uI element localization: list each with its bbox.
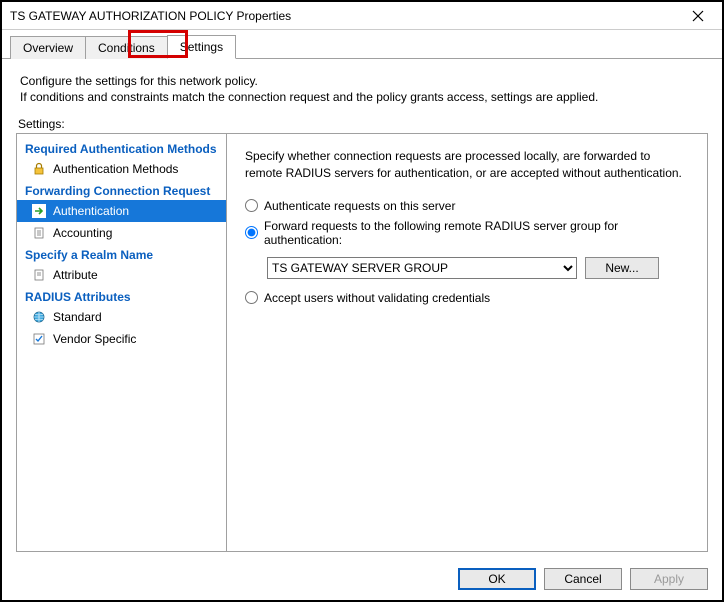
lock-icon	[31, 161, 47, 177]
titlebar: TS GATEWAY AUTHORIZATION POLICY Properti…	[2, 2, 722, 30]
sidebar-group-radius: RADIUS Attributes	[17, 286, 226, 306]
dialog-footer: OK Cancel Apply	[2, 558, 722, 600]
server-group-select[interactable]: TS GATEWAY SERVER GROUP	[267, 257, 577, 279]
document-icon	[31, 225, 47, 241]
sidebar-group-auth-methods: Required Authentication Methods	[17, 138, 226, 158]
sidebar-item-standard[interactable]: Standard	[17, 306, 226, 328]
tabstrip: Overview Conditions Settings	[2, 30, 722, 59]
sidebar-item-label: Authentication Methods	[53, 162, 178, 176]
server-group-row: TS GATEWAY SERVER GROUP New...	[267, 257, 689, 279]
checkbox-icon	[31, 331, 47, 347]
content-pane: Specify whether connection requests are …	[227, 134, 707, 551]
arrow-right-icon	[31, 203, 47, 219]
close-button[interactable]	[678, 4, 718, 28]
sidebar-item-label: Standard	[53, 310, 102, 324]
sidebar-item-attribute[interactable]: Attribute	[17, 264, 226, 286]
ok-button[interactable]: OK	[458, 568, 536, 590]
sidebar-item-accounting[interactable]: Accounting	[17, 222, 226, 244]
radio-label: Forward requests to the following remote…	[264, 219, 689, 247]
cancel-button[interactable]: Cancel	[544, 568, 622, 590]
sidebar-item-label: Vendor Specific	[53, 332, 136, 346]
sidebar-group-realm: Specify a Realm Name	[17, 244, 226, 264]
document-icon	[31, 267, 47, 283]
radio-accept-without-validation[interactable]: Accept users without validating credenti…	[245, 291, 689, 305]
radio-accept-without-validation-input[interactable]	[245, 291, 258, 304]
split-pane: Required Authentication Methods Authenti…	[16, 133, 708, 552]
window-title: TS GATEWAY AUTHORIZATION POLICY Properti…	[10, 9, 291, 23]
intro-text: Configure the settings for this network …	[20, 73, 708, 105]
sidebar-group-forwarding: Forwarding Connection Request	[17, 180, 226, 200]
content-intro: Specify whether connection requests are …	[245, 148, 689, 180]
tab-settings[interactable]: Settings	[167, 35, 236, 59]
radio-authenticate-local-input[interactable]	[245, 199, 258, 212]
tab-body: Configure the settings for this network …	[2, 59, 722, 558]
tab-conditions[interactable]: Conditions	[85, 36, 168, 59]
intro-line: Configure the settings for this network …	[20, 73, 708, 89]
radio-forward-remote-input[interactable]	[245, 226, 258, 239]
tab-overview[interactable]: Overview	[10, 36, 86, 59]
close-icon	[692, 10, 704, 22]
radio-label: Authenticate requests on this server	[264, 199, 455, 213]
sidebar-item-label: Attribute	[53, 268, 98, 282]
radio-forward-remote[interactable]: Forward requests to the following remote…	[245, 219, 689, 247]
radio-authenticate-local[interactable]: Authenticate requests on this server	[245, 199, 689, 213]
settings-sidebar: Required Authentication Methods Authenti…	[17, 134, 227, 551]
apply-button[interactable]: Apply	[630, 568, 708, 590]
settings-label: Settings:	[18, 117, 708, 131]
radio-label: Accept users without validating credenti…	[264, 291, 490, 305]
sidebar-item-label: Accounting	[53, 226, 112, 240]
sidebar-item-auth-methods[interactable]: Authentication Methods	[17, 158, 226, 180]
sidebar-item-vendor-specific[interactable]: Vendor Specific	[17, 328, 226, 350]
dialog-window: TS GATEWAY AUTHORIZATION POLICY Properti…	[0, 0, 724, 602]
intro-line: If conditions and constraints match the …	[20, 89, 708, 105]
globe-icon	[31, 309, 47, 325]
new-button[interactable]: New...	[585, 257, 659, 279]
sidebar-item-authentication[interactable]: Authentication	[17, 200, 226, 222]
sidebar-item-label: Authentication	[53, 204, 129, 218]
